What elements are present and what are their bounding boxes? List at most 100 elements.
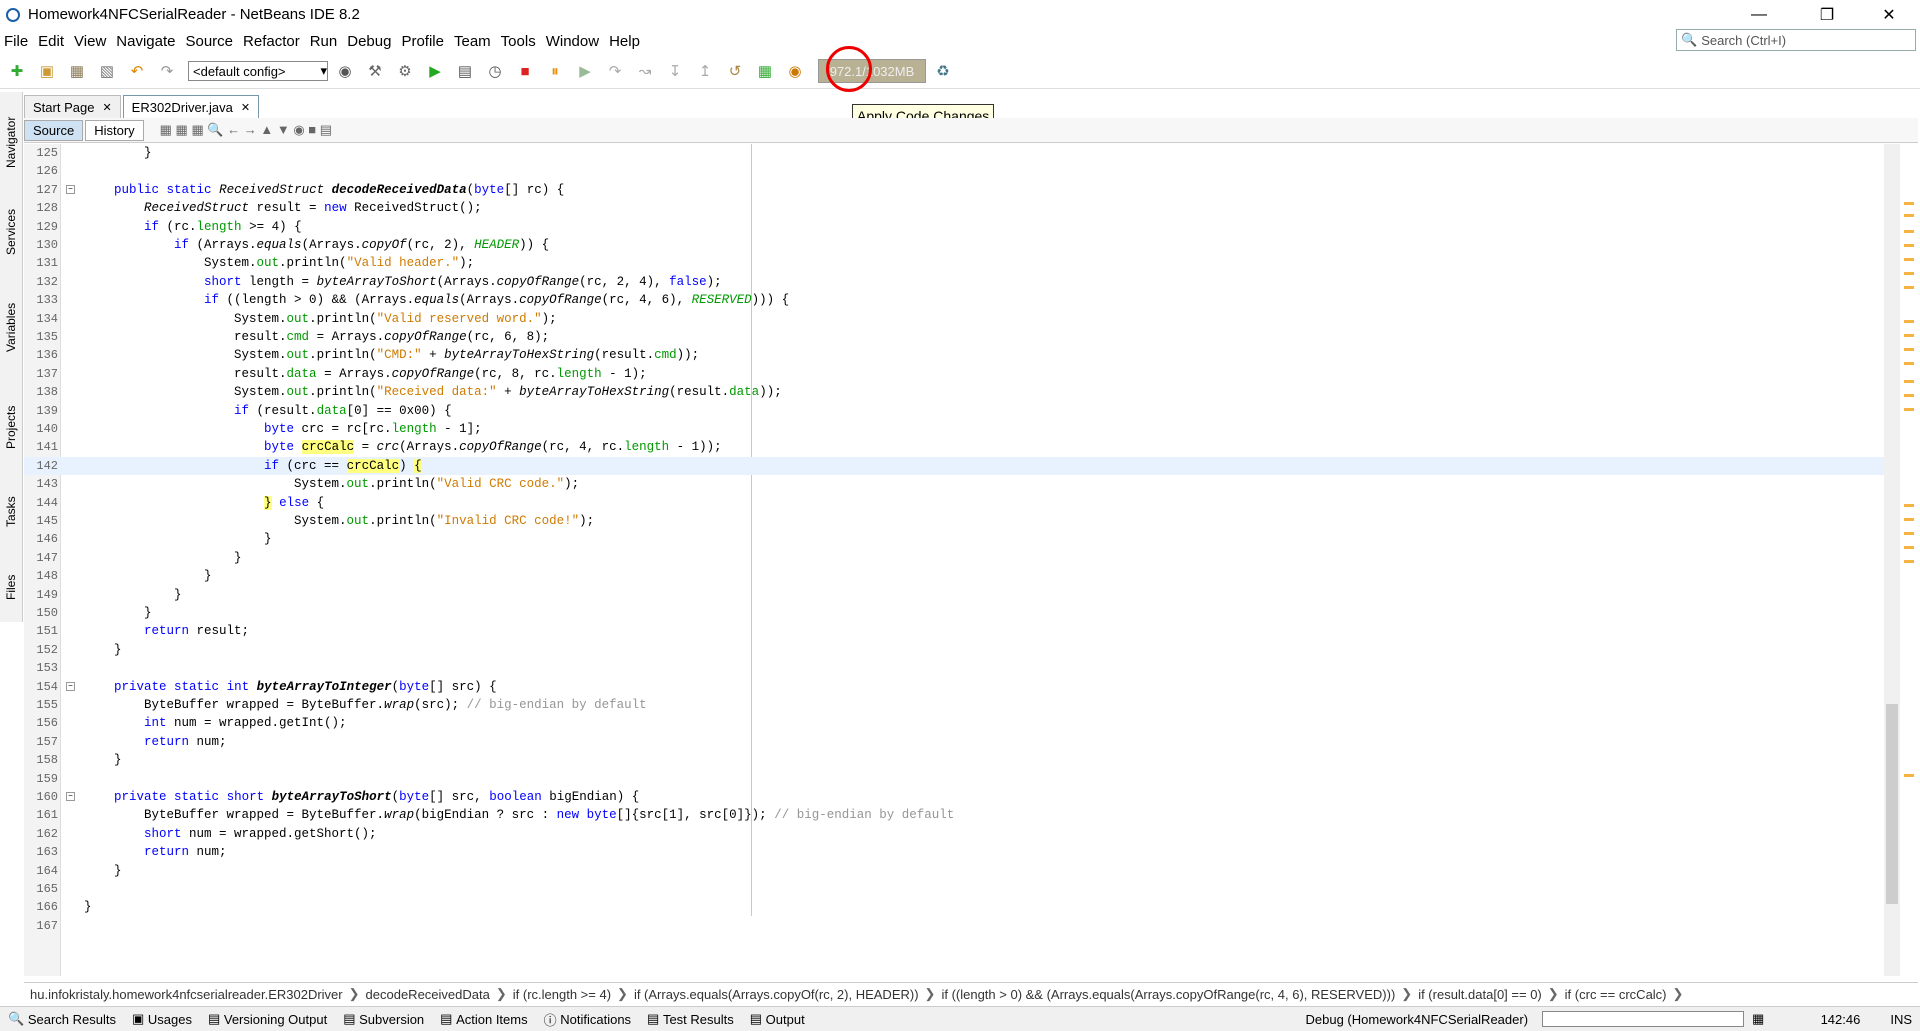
menu-source[interactable]: Source — [181, 33, 239, 50]
breadcrumb-class[interactable]: hu.infokristaly.homework4nfcserialreader… — [24, 987, 349, 1002]
code-line[interactable]: 164 } — [24, 862, 1884, 880]
status-usages[interactable]: ▣ Usages — [124, 1011, 200, 1027]
code-text[interactable]: } — [84, 588, 182, 602]
new-project-icon[interactable]: ▣ — [34, 58, 60, 84]
line-number[interactable]: 155 — [24, 698, 60, 712]
code-line[interactable]: 131 System.out.println("Valid header."); — [24, 254, 1884, 272]
code-line[interactable]: 146 } — [24, 530, 1884, 548]
code-text[interactable]: System.out.println("Valid reserved word.… — [84, 312, 557, 326]
line-number[interactable]: 167 — [24, 919, 60, 933]
code-text[interactable]: result.cmd = Arrays.copyOfRange(rc, 6, 8… — [84, 330, 549, 344]
code-editor[interactable]: 125 } 126 127 public static ReceivedStruct… — [24, 144, 1884, 976]
code-line[interactable]: 154 private static int byteArrayToIntege… — [24, 678, 1884, 696]
menu-team[interactable]: Team — [450, 33, 497, 50]
run-to-cursor-icon[interactable]: ↺ — [722, 58, 748, 84]
breadcrumb-if-5[interactable]: if (crc == crcCalc) — [1559, 987, 1673, 1002]
code-line[interactable]: 139 if (result.data[0] == 0x00) { — [24, 402, 1884, 420]
code-text[interactable]: short length = byteArrayToShort(Arrays.c… — [84, 275, 722, 289]
breadcrumb-if-4[interactable]: if (result.data[0] == 0) — [1412, 987, 1548, 1002]
continue-icon[interactable]: ▶ — [572, 58, 598, 84]
line-number[interactable]: 161 — [24, 808, 60, 822]
stripe-mark[interactable] — [1904, 532, 1914, 535]
code-text[interactable]: System.out.println("Valid header."); — [84, 256, 474, 270]
code-line[interactable]: 160 private static short byteArrayToShor… — [24, 788, 1884, 806]
menu-navigate[interactable]: Navigate — [112, 33, 181, 50]
code-line[interactable]: 137 result.data = Arrays.copyOfRange(rc,… — [24, 365, 1884, 383]
code-line[interactable]: 142 if (crc == crcCalc) { — [24, 456, 1884, 475]
profile-icon[interactable]: ◷ — [482, 58, 508, 84]
stripe-mark[interactable] — [1904, 504, 1914, 507]
code-line[interactable]: 158 } — [24, 751, 1884, 769]
history-toggle[interactable]: History — [85, 119, 144, 141]
code-text[interactable]: } — [84, 569, 212, 583]
stripe-mark[interactable] — [1904, 272, 1914, 275]
side-tab-projects[interactable]: Projects — [0, 392, 22, 462]
apply-code-changes-icon[interactable]: ▦ — [752, 58, 778, 84]
code-line[interactable]: 135 result.cmd = Arrays.copyOfRange(rc, … — [24, 328, 1884, 346]
line-number[interactable]: 126 — [24, 164, 60, 178]
stripe-mark[interactable] — [1904, 560, 1914, 563]
tab-er302driver[interactable]: ER302Driver.java ✕ — [122, 95, 260, 118]
menu-view[interactable]: View — [70, 33, 112, 50]
source-toggle[interactable]: Source — [24, 119, 84, 141]
code-line[interactable]: 133 if ((length > 0) && (Arrays.equals(A… — [24, 291, 1884, 309]
code-text[interactable]: } — [84, 900, 92, 914]
menu-file[interactable]: File — [0, 33, 34, 50]
code-line[interactable]: 161 ByteBuffer wrapped = ByteBuffer.wrap… — [24, 806, 1884, 824]
code-text[interactable]: return num; — [84, 735, 227, 749]
open-project-icon[interactable]: ▦ — [64, 58, 90, 84]
code-line[interactable]: 143 System.out.println("Valid CRC code."… — [24, 475, 1884, 493]
code-text[interactable]: System.out.println("Valid CRC code."); — [84, 477, 579, 491]
code-line[interactable]: 166} — [24, 898, 1884, 916]
line-number[interactable]: 165 — [24, 882, 60, 896]
line-number[interactable]: 143 — [24, 477, 60, 491]
breadcrumb-if-2[interactable]: if (Arrays.equals(Arrays.copyOf(rc, 2), … — [628, 987, 925, 1002]
code-line[interactable]: 148 } — [24, 567, 1884, 585]
line-number[interactable]: 142 — [24, 459, 60, 473]
line-number[interactable]: 125 — [24, 146, 60, 160]
code-text[interactable]: System.out.println("Invalid CRC code!"); — [84, 514, 594, 528]
line-number[interactable]: 159 — [24, 772, 60, 786]
search-box[interactable]: 🔍 Search (Ctrl+I) — [1676, 29, 1916, 51]
side-tab-files[interactable]: Files — [0, 562, 22, 612]
line-number[interactable]: 157 — [24, 735, 60, 749]
step-out-icon[interactable]: ↥ — [692, 58, 718, 84]
code-text[interactable]: result.data = Arrays.copyOfRange(rc, 8, … — [84, 367, 647, 381]
code-line[interactable]: 156 int num = wrapped.getInt(); — [24, 714, 1884, 732]
stripe-mark[interactable] — [1904, 348, 1914, 351]
stripe-mark[interactable] — [1904, 546, 1914, 549]
code-line[interactable]: 138 System.out.println("Received data:" … — [24, 383, 1884, 401]
line-number[interactable]: 129 — [24, 220, 60, 234]
code-text[interactable]: private static int byteArrayToInteger(by… — [84, 680, 497, 694]
status-test-results[interactable]: ▤ Test Results — [639, 1011, 742, 1027]
line-number[interactable]: 145 — [24, 514, 60, 528]
line-number[interactable]: 148 — [24, 569, 60, 583]
stripe-mark[interactable] — [1904, 286, 1914, 289]
status-subversion[interactable]: ▤ Subversion — [335, 1011, 432, 1027]
line-number[interactable]: 163 — [24, 845, 60, 859]
breadcrumb-if-3[interactable]: if ((length > 0) && (Arrays.equals(Array… — [935, 987, 1401, 1002]
finish-debugger-icon[interactable]: ■ — [512, 58, 538, 84]
code-line[interactable]: 163 return num; — [24, 843, 1884, 861]
menu-profile[interactable]: Profile — [397, 33, 450, 50]
code-text[interactable]: private static short byteArrayToShort(by… — [84, 790, 639, 804]
save-all-icon[interactable]: ▧ — [94, 58, 120, 84]
code-text[interactable]: if (rc.length >= 4) { — [84, 220, 302, 234]
line-number[interactable]: 136 — [24, 348, 60, 362]
line-number[interactable]: 150 — [24, 606, 60, 620]
line-number[interactable]: 134 — [24, 312, 60, 326]
code-text[interactable]: } — [84, 864, 122, 878]
code-line[interactable]: 126 — [24, 162, 1884, 180]
code-text[interactable]: byte crcCalc = crc(Arrays.copyOfRange(rc… — [84, 440, 722, 455]
code-text[interactable]: } — [84, 532, 272, 546]
code-line[interactable]: 149 } — [24, 586, 1884, 604]
line-number[interactable]: 153 — [24, 661, 60, 675]
fold-toggle-icon[interactable]: − — [66, 184, 75, 194]
line-number[interactable]: 133 — [24, 293, 60, 307]
code-line[interactable]: 155 ByteBuffer wrapped = ByteBuffer.wrap… — [24, 696, 1884, 714]
code-line[interactable]: 162 short num = wrapped.getShort(); — [24, 825, 1884, 843]
code-line[interactable]: 151 return result; — [24, 622, 1884, 640]
code-text[interactable]: int num = wrapped.getInt(); — [84, 716, 347, 730]
gc-icon[interactable]: ♻ — [930, 58, 956, 84]
code-text[interactable]: if (Arrays.equals(Arrays.copyOf(rc, 2), … — [84, 238, 549, 252]
